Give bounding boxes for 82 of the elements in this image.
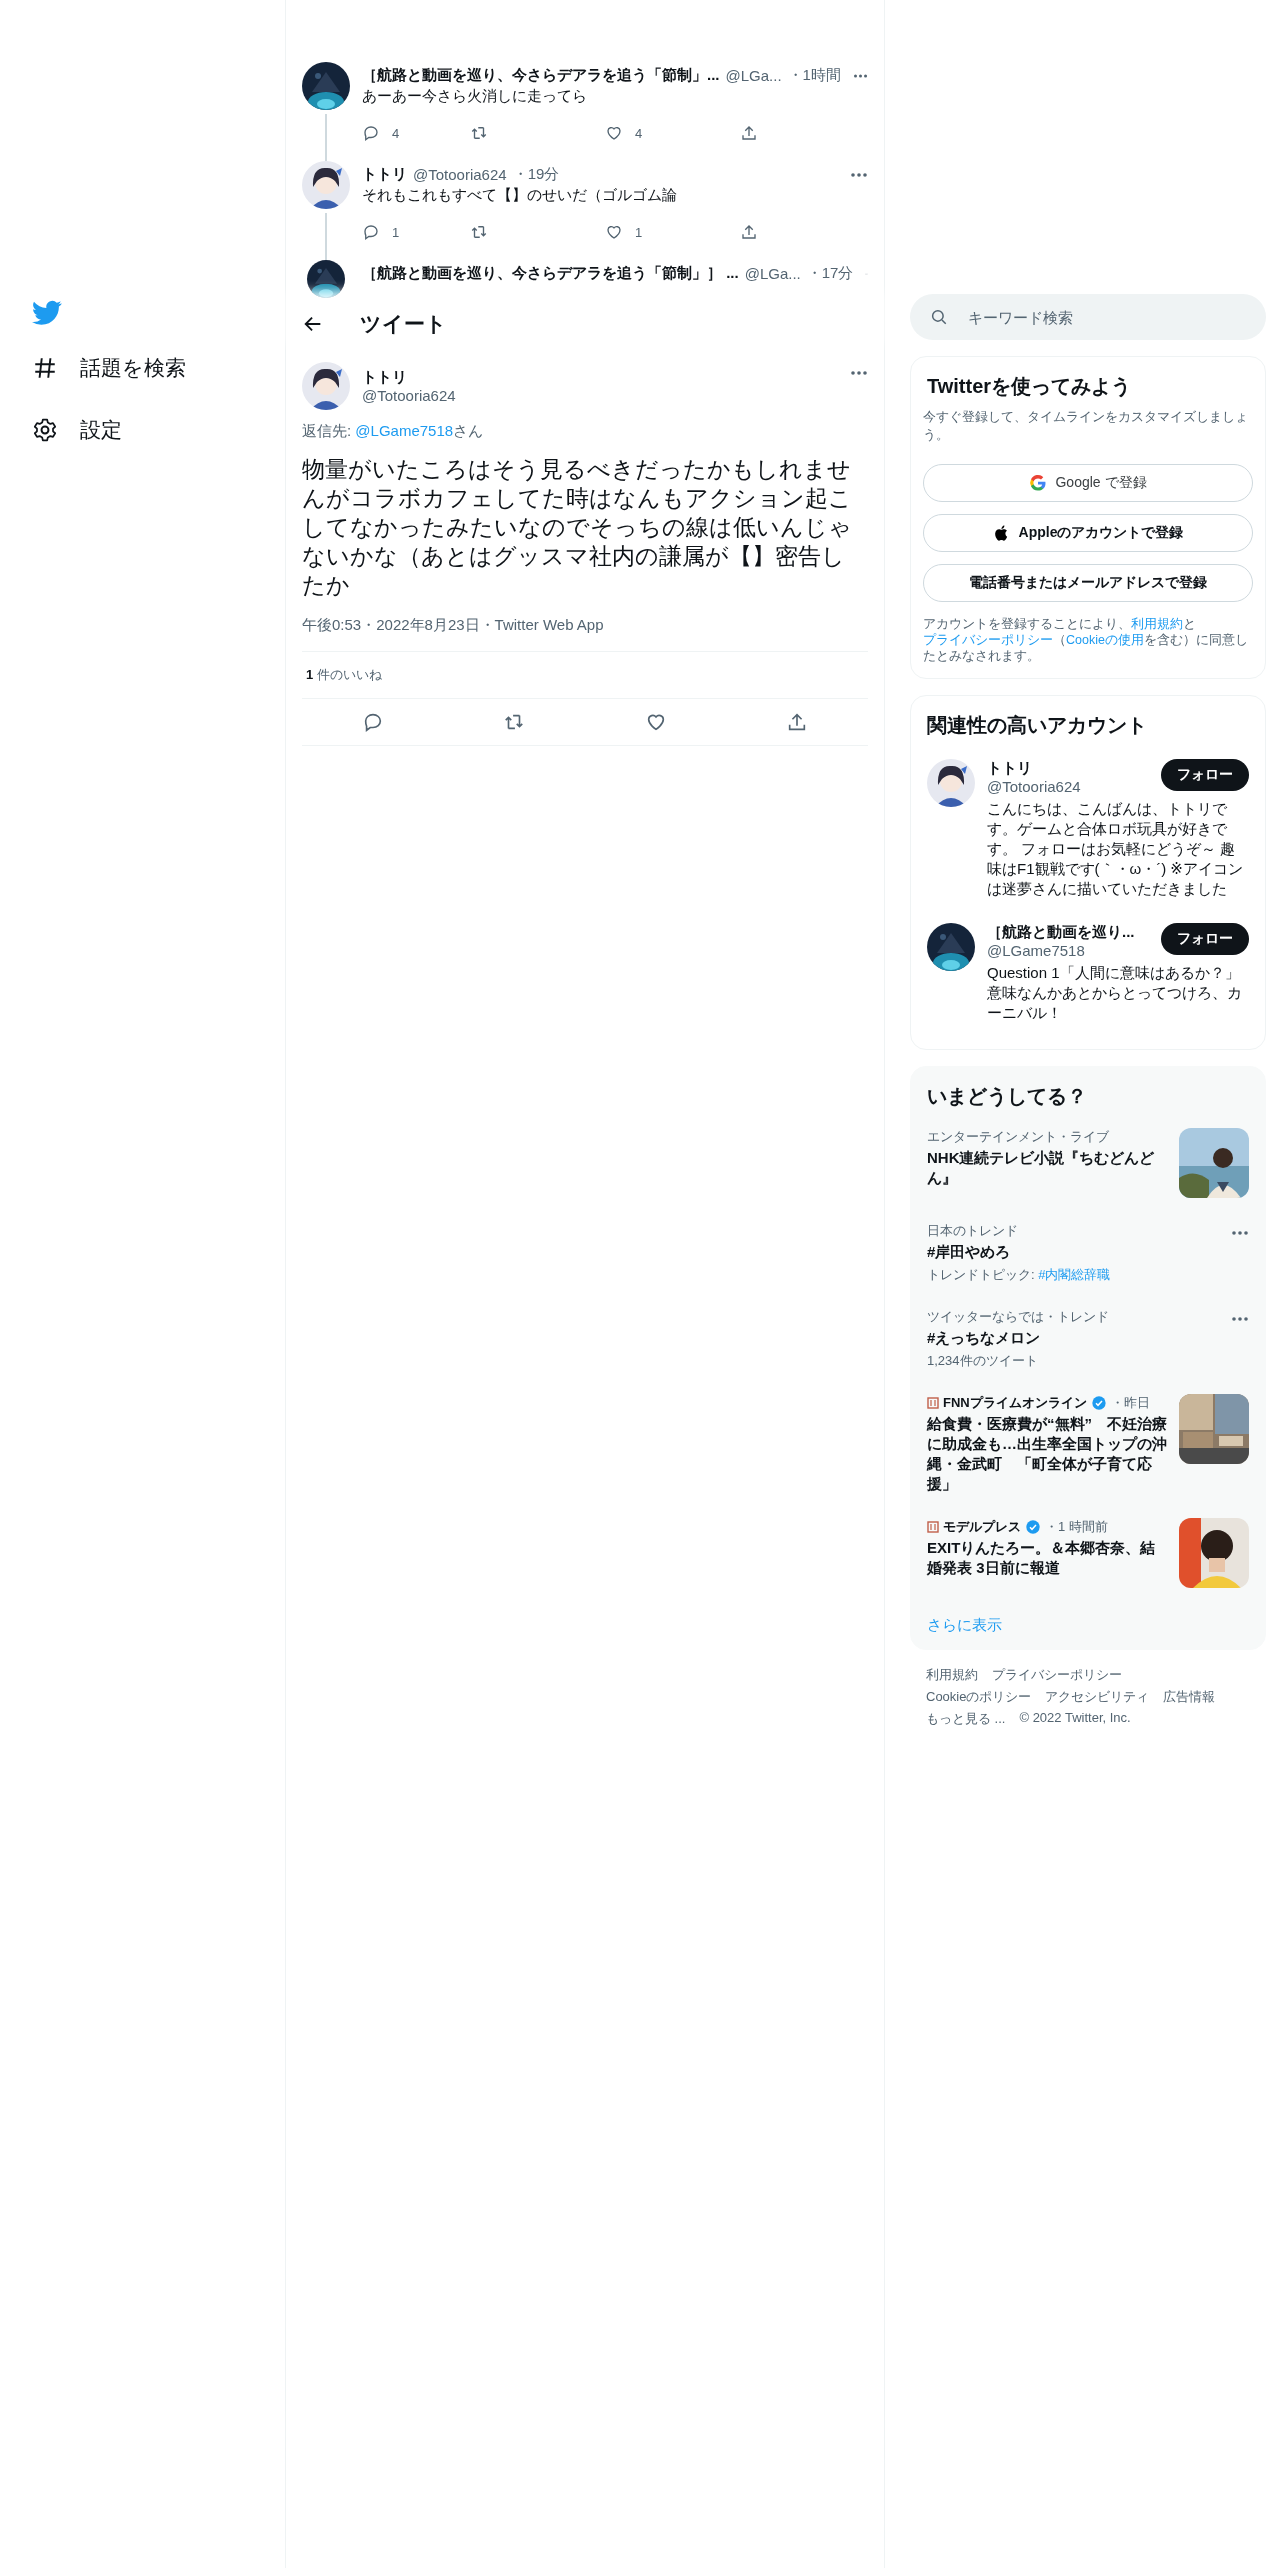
card-description: 今すぐ登録して、タイムラインをカスタマイズしましょう。 (923, 408, 1249, 444)
news-time: ・昨日 (1110, 1394, 1150, 1412)
sidebar-item[interactable]: 設定 (32, 410, 285, 450)
reply-count: 4 (392, 125, 400, 141)
footer-link[interactable]: © 2022 Twitter, Inc. (1019, 1710, 1131, 1728)
user-handle: @LGa... (725, 67, 782, 84)
source-icon (927, 1397, 939, 1409)
google-icon (1029, 474, 1048, 492)
follow-button[interactable]: フォロー (1161, 759, 1249, 791)
trend-category: エンターテインメント・ライブ (927, 1128, 1109, 1146)
retweet-icon[interactable] (470, 124, 488, 142)
sidebar-item[interactable]: 話題を検索 (32, 348, 285, 388)
signup-button[interactable]: 電話番号またはメールアドレスで登録 (923, 564, 1253, 602)
user-handle: @Totooria624 (987, 778, 1082, 795)
tweet-text: 物量がいたころはそう見るべきだったかもしれませんがコラボカフェしてた時はなんもアクション起こしてなかったみたいなのでそっちの線は低いんじゃないかな（あとはグッスマ社内の謙属が【】密告したか (302, 455, 853, 600)
page-title: ツイート (360, 311, 447, 337)
share-icon[interactable] (740, 124, 758, 142)
source-icon (927, 1521, 939, 1533)
user-handle: @LGame7518 (987, 942, 1086, 959)
trend-title: #えっちなメロン (927, 1328, 1042, 1348)
trend-title: EXITりんたろー。＆本郷杏奈、結婚発表 3日前に報道 (927, 1538, 1157, 1578)
bird-logo-icon[interactable] (32, 300, 62, 326)
trend-title: #岸田やめろ (927, 1242, 1012, 1262)
retweet-icon[interactable] (470, 223, 488, 241)
search-icon (930, 308, 948, 326)
tweet-meta: 午後0:53・2022年8月23日・Twitter Web App (302, 616, 605, 635)
footer-link[interactable]: Cookieのポリシー (926, 1688, 1032, 1706)
news-source: FNNプライムオンライン (943, 1394, 1087, 1412)
user-name[interactable]: トトリ (362, 368, 838, 387)
trend-category: ツイッターならでは・トレンド (927, 1308, 1109, 1326)
user-handle: @Totooria624 (362, 387, 457, 404)
footer-link[interactable]: 利用規約 (926, 1666, 978, 1684)
footer-link[interactable]: もっと見る ... (926, 1710, 1006, 1728)
reply-icon[interactable] (362, 223, 380, 241)
share-icon[interactable] (740, 223, 758, 241)
trend-subtitle: トレンドトピック: #内閣総辞職 (927, 1266, 1112, 1284)
tweet-text: あーあー今さら火消しに走ってら (362, 87, 588, 106)
footer-link[interactable]: アクセシビリティ (1045, 1688, 1150, 1706)
news-source: モデルプレス (943, 1518, 1021, 1536)
tweet-time: ・19分 (512, 165, 560, 184)
hashtag-icon[interactable] (32, 355, 58, 381)
user-name[interactable]: ［航路と動画を巡り、今さらデアラを追う「節制」... (362, 66, 720, 85)
signup-button[interactable]: Appleのアカウントで登録 (923, 514, 1253, 552)
trend-item[interactable]: 日本のトレンド #岸田やめろ トレンドトピック: #内閣総辞職 (911, 1210, 1265, 1296)
reply-count: 1 (392, 224, 400, 240)
tweet-time: ・17分 (806, 264, 854, 283)
signup-button[interactable]: Google で登録 (923, 464, 1253, 502)
trend-subtitle: 1,234件のツイート (927, 1352, 1039, 1370)
user-bio: こんにちは、こんばんは、トトリです。ゲームと合体ロボ玩具が好きです。 フォローはお気軽にどうぞ～ 趣味はF1観戦です(｀・ω・´) ※アイコンは迷夢さんに描いていただきました (987, 799, 1244, 899)
news-time: ・1 時間前 (1045, 1518, 1108, 1536)
trend-item[interactable]: ツイッターならでは・トレンド #えっちなメロン 1,234件のツイート (911, 1296, 1265, 1382)
card-title: いまどうしてる？ (927, 1084, 1088, 1109)
like-count: 4 (635, 125, 643, 141)
like-icon[interactable] (605, 124, 623, 142)
user-name[interactable]: トトリ (362, 165, 407, 184)
like-icon[interactable] (605, 223, 623, 241)
follow-button[interactable]: フォロー (1161, 923, 1249, 955)
card-title: Twitterを使ってみよう (927, 374, 1133, 399)
user-name[interactable]: ［航路と動画を巡り... (987, 923, 1153, 942)
user-bio: Question 1「人間に意味はあるか？」意味なんかあとからとってつけろ、カーニバル！ (987, 963, 1243, 1023)
legal-text: アカウントを登録することにより、利用規約 と プライバシーポリシー（Cookieの使用を含む）に同意したとみなされます。 (923, 616, 1249, 664)
trend-category: 日本のトレンド (927, 1222, 1018, 1240)
user-name[interactable]: トトリ (987, 759, 1153, 778)
footer-link[interactable]: 広告情報 (1163, 1688, 1216, 1706)
like-total[interactable]: 1 件のいいね (306, 667, 382, 682)
like-count: 1 (635, 224, 643, 240)
trend-title: NHK連続テレビ小説『ちむどんどん』 (927, 1148, 1156, 1188)
trend-item[interactable]: モデルプレス ・1 時間前 EXITりんたろー。＆本郷杏奈、結婚発表 3日前に報道 (911, 1506, 1265, 1600)
user-handle: @LGa... (744, 265, 801, 282)
trend-item[interactable]: エンターテインメント・ライブ NHK連続テレビ小説『ちむどんどん』 (911, 1116, 1265, 1210)
card-title: 関連性の高いアカウント (927, 713, 1148, 738)
reply-icon[interactable] (362, 124, 380, 142)
settings-icon[interactable] (32, 417, 58, 443)
trend-title: 給食費・医療費が“無料” 不妊治療に助成金も…出生率全国トップの沖縄・金武町 「町全体が子育て応援」 (927, 1414, 1167, 1494)
footer-link[interactable]: プライバシーポリシー (992, 1666, 1122, 1684)
trend-item[interactable]: FNNプライムオンライン ・昨日 給食費・医療費が“無料” 不妊治療に助成金も…出生率全国トップの沖縄・金武町 「町全体が子育て応援」 (911, 1382, 1265, 1506)
tweet-text: それもこれもすべて【】のせいだ（ゴルゴム論 (362, 186, 678, 205)
tweet-time: ・1時間 (787, 66, 841, 85)
reply-to-text: 返信先: @LGame7518さん (302, 422, 485, 441)
user-name[interactable]: ［航路と動画を巡り、今さらデアラを追う「節制」］ ... (362, 264, 739, 283)
user-handle: @Totooria624 (413, 166, 507, 183)
search-field[interactable]: キーワード検索 (910, 294, 1266, 340)
